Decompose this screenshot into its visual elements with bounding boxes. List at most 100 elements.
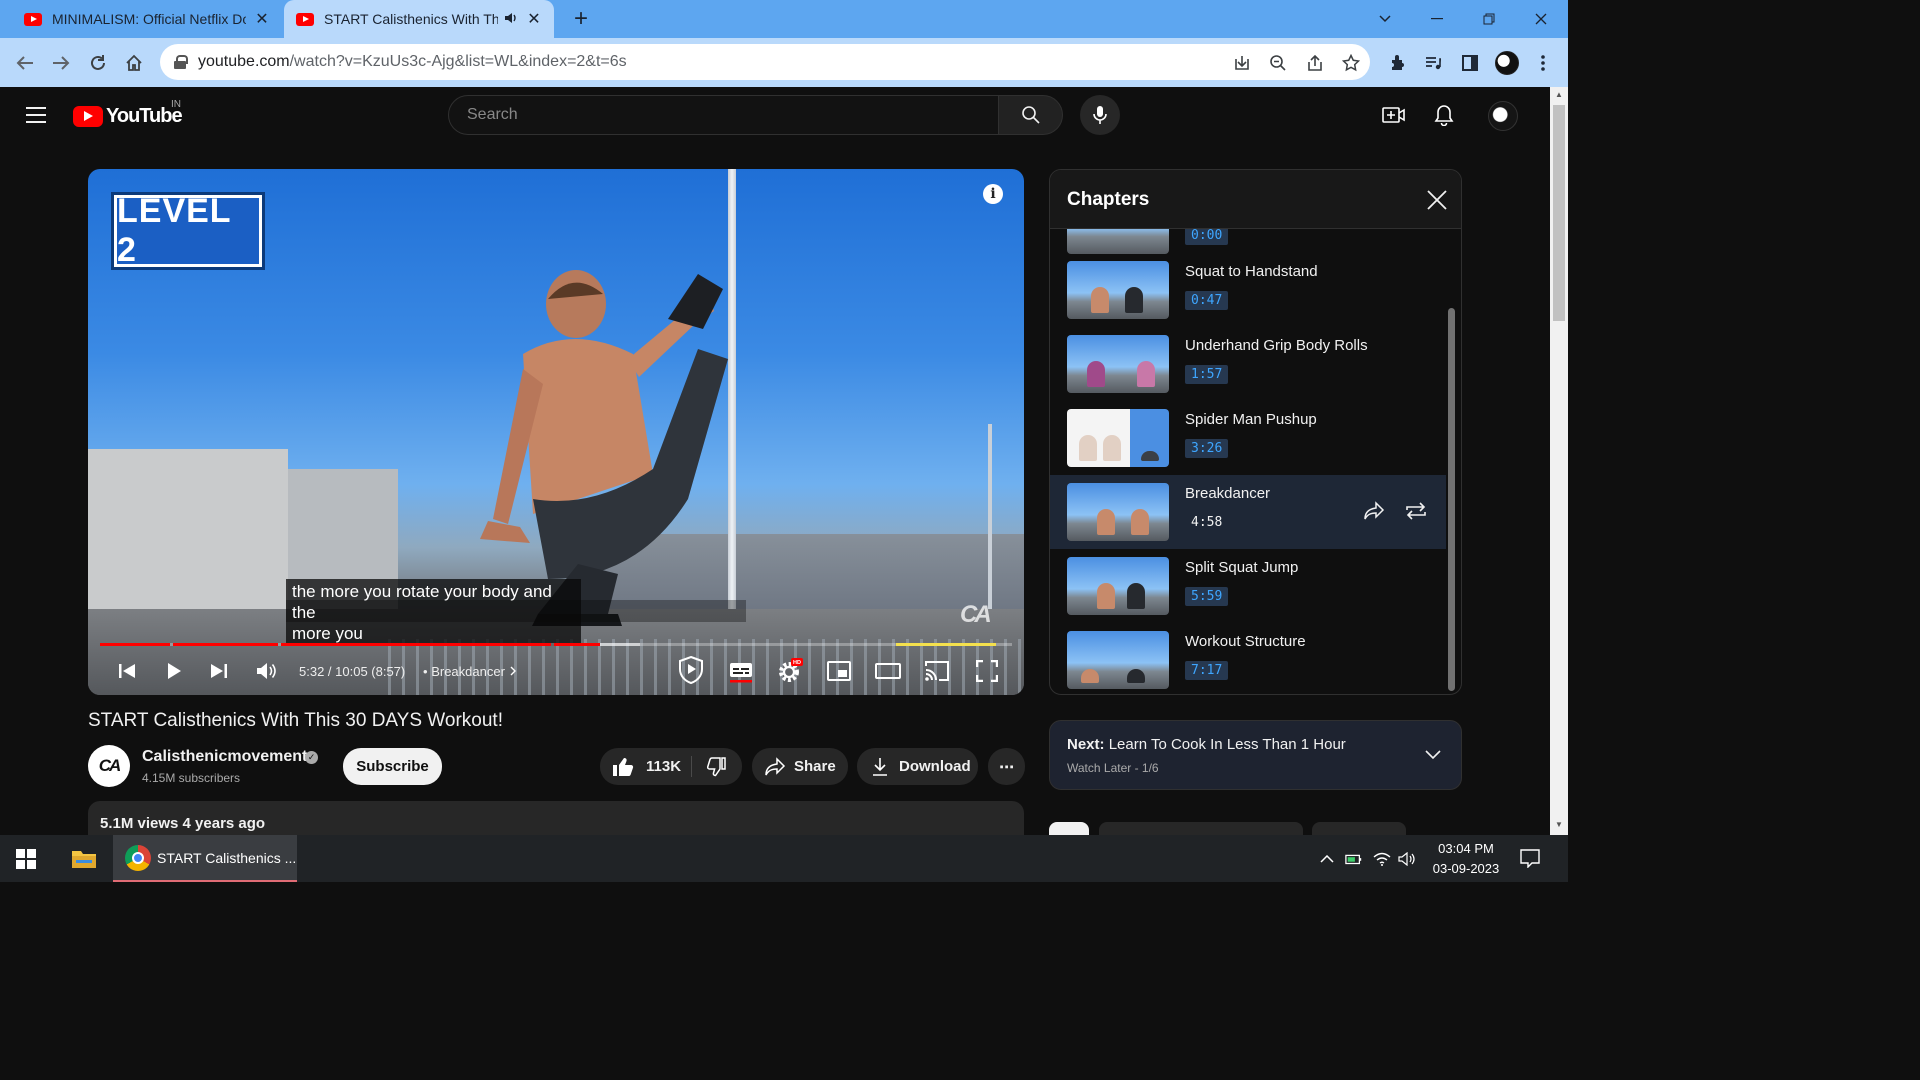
address-bar[interactable]: youtube.com/watch?v=KzuUs3c-Ajg&list=WL&…	[160, 44, 1370, 80]
chapter-time: 7:17	[1185, 661, 1229, 680]
windows-start-icon[interactable]	[16, 849, 36, 869]
reload-icon[interactable]	[83, 48, 113, 78]
close-window-icon[interactable]	[1516, 0, 1566, 38]
chapter-item-workout-structure[interactable]: Workout Structure 7:17	[1050, 623, 1446, 694]
miniplayer-icon[interactable]	[824, 659, 854, 683]
channel-watermark[interactable]: CA	[960, 601, 1008, 631]
share-page-icon[interactable]	[1304, 52, 1326, 74]
caption-line: more you	[292, 624, 363, 643]
info-card-icon[interactable]: i	[983, 184, 1003, 204]
previous-video-icon[interactable]	[112, 659, 142, 683]
notifications-bell-icon[interactable]	[1432, 103, 1456, 127]
progress-played-segment	[100, 643, 170, 646]
media-control-icon[interactable]	[1422, 52, 1444, 74]
channel-avatar[interactable]: CA	[88, 745, 130, 787]
scroll-up-arrow-icon[interactable]: ▲	[1554, 90, 1564, 100]
theater-mode-icon[interactable]	[873, 659, 903, 683]
show-hidden-icons-chevron-icon[interactable]	[1318, 850, 1336, 868]
zoom-icon[interactable]	[1267, 52, 1289, 74]
playlist-next-panel[interactable]: Next: Learn To Cook In Less Than 1 Hour …	[1049, 720, 1462, 790]
minimize-window-icon[interactable]	[1412, 0, 1462, 38]
browser-tab-start-calisthenics[interactable]: START Calisthenics With This ✕	[284, 0, 554, 38]
loop-chapter-icon[interactable]	[1404, 501, 1426, 523]
chapter-item-breakdancer[interactable]: Breakdancer 4:58	[1050, 475, 1446, 549]
next-video-icon[interactable]	[204, 659, 234, 683]
chapter-thumbnail	[1067, 557, 1169, 615]
cast-icon[interactable]	[922, 659, 952, 683]
back-arrow-icon[interactable]	[10, 48, 40, 78]
system-clock[interactable]: 03:04 PM 03-09-2023	[1424, 839, 1508, 879]
chapters-scrollbar[interactable]	[1448, 308, 1455, 691]
wifi-icon[interactable]	[1373, 850, 1391, 868]
chapter-thumbnail	[1067, 409, 1169, 467]
play-icon[interactable]	[159, 659, 189, 683]
tab-search-icon[interactable]	[1360, 0, 1410, 38]
chrome-menu-icon[interactable]	[1532, 52, 1554, 74]
file-explorer-icon[interactable]	[71, 847, 97, 869]
time-display: 5:32 / 10:05 (8:57)	[299, 664, 406, 679]
forward-arrow-icon[interactable]	[46, 48, 76, 78]
sponsorblock-shield-icon[interactable]	[676, 655, 706, 685]
player-controls: 5:32 / 10:05 (8:57) • Breakdancer HD	[88, 649, 1024, 695]
new-tab-button[interactable]: +	[568, 6, 594, 32]
share-chapter-icon[interactable]	[1363, 501, 1385, 523]
home-icon[interactable]	[119, 48, 149, 78]
more-actions-button[interactable]: ⋯	[988, 748, 1025, 785]
lock-icon[interactable]	[174, 55, 188, 69]
search-button[interactable]	[998, 95, 1063, 135]
bookmark-star-icon[interactable]	[1340, 52, 1362, 74]
chapter-thumbnail	[1067, 335, 1169, 393]
settings-gear-icon[interactable]: HD	[775, 658, 805, 683]
youtube-favicon-icon	[296, 12, 314, 26]
browser-tab-minimalism[interactable]: MINIMALISM: Official Netflix Do ✕	[12, 0, 282, 38]
youtube-logo[interactable]: YouTube IN	[73, 99, 183, 128]
notification-center-icon[interactable]	[1520, 848, 1540, 869]
fullscreen-icon[interactable]	[972, 659, 1002, 683]
close-chapters-icon[interactable]	[1426, 189, 1448, 211]
volume-icon[interactable]	[252, 659, 282, 683]
progress-played-segment	[173, 643, 278, 646]
chapter-thumbnail	[1067, 631, 1169, 689]
taskbar-chrome-window[interactable]: START Calisthenics ...	[113, 835, 297, 882]
next-video-title: Learn To Cook In Less Than 1 Hour	[1108, 736, 1346, 753]
hamburger-menu-icon[interactable]	[26, 107, 46, 123]
tab-close-icon[interactable]: ✕	[526, 9, 542, 29]
filter-chip[interactable]	[1312, 822, 1406, 836]
current-chapter-button[interactable]: • Breakdancer	[423, 664, 517, 679]
tab-audio-icon[interactable]	[504, 12, 518, 27]
page-scrollbar[interactable]: ▲ ▼	[1550, 87, 1568, 835]
chapter-item-split-squat-jump[interactable]: Split Squat Jump 5:59	[1050, 549, 1446, 623]
filter-chip[interactable]	[1049, 822, 1089, 836]
side-panel-icon[interactable]	[1459, 52, 1481, 74]
browser-profile-avatar[interactable]	[1495, 51, 1519, 75]
battery-charging-icon[interactable]	[1345, 850, 1363, 868]
channel-name[interactable]: Calisthenicmovement	[142, 748, 307, 766]
create-video-icon[interactable]	[1382, 103, 1406, 127]
chapter-item-spider-man-pushup[interactable]: Spider Man Pushup 3:26	[1050, 401, 1446, 475]
video-player[interactable]: LEVEL 2 i the more you rotate your body …	[88, 169, 1024, 695]
subtitles-icon[interactable]	[726, 659, 756, 683]
subscribe-button[interactable]: Subscribe	[343, 748, 442, 785]
chapter-item-underhand-grip-body-rolls[interactable]: Underhand Grip Body Rolls 1:57	[1050, 327, 1446, 401]
chevron-down-icon[interactable]	[1425, 747, 1441, 763]
like-button[interactable]: 113K	[600, 748, 691, 785]
install-app-icon[interactable]	[1231, 52, 1253, 74]
url-domain: youtube.com	[198, 53, 290, 70]
scrollbar-thumb[interactable]	[1553, 105, 1565, 321]
speaker-volume-icon[interactable]	[1398, 850, 1416, 868]
account-avatar[interactable]	[1488, 101, 1518, 131]
extensions-puzzle-icon[interactable]	[1387, 52, 1409, 74]
browser-tab-strip: MINIMALISM: Official Netflix Do ✕ START …	[0, 0, 1568, 38]
dislike-button[interactable]	[692, 748, 742, 785]
restore-window-icon[interactable]	[1464, 0, 1514, 38]
share-button[interactable]: Share	[752, 748, 848, 785]
progress-bar[interactable]	[100, 643, 1012, 646]
search-input[interactable]: Search	[448, 95, 999, 135]
filter-chip[interactable]	[1099, 822, 1303, 836]
thumbs-up-icon	[613, 757, 634, 776]
download-button[interactable]: Download	[857, 748, 978, 785]
scroll-down-arrow-icon[interactable]: ▼	[1554, 820, 1564, 830]
tab-close-icon[interactable]: ✕	[254, 9, 270, 29]
chapter-item-squat-to-handstand[interactable]: Squat to Handstand 0:47	[1050, 253, 1446, 327]
voice-search-button[interactable]	[1080, 95, 1120, 135]
